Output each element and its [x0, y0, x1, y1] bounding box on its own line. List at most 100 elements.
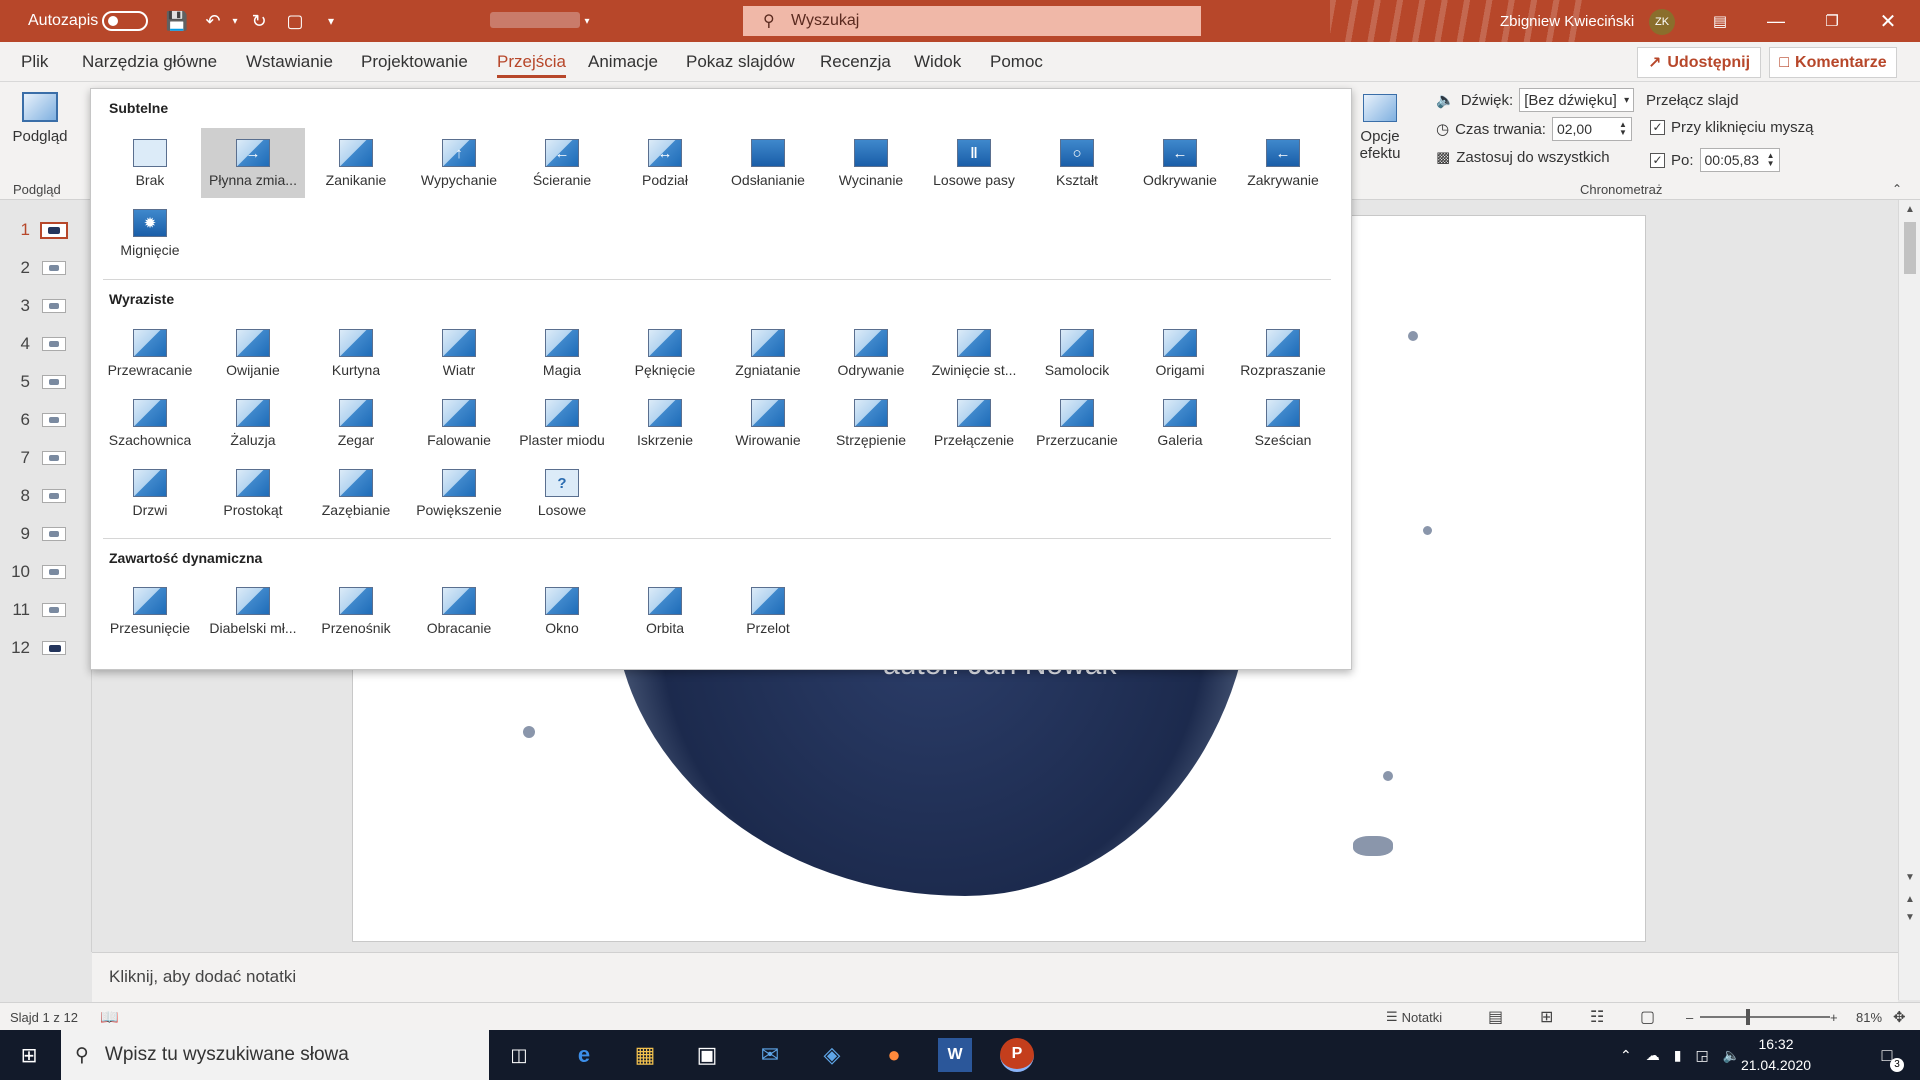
previous-slide-icon[interactable]: ▲ — [1899, 894, 1920, 905]
tab-file[interactable]: Plik — [21, 42, 48, 82]
transition-item[interactable]: Sześcian — [1231, 388, 1335, 458]
transition-item[interactable]: Przewracanie — [98, 318, 202, 388]
transition-item[interactable]: Przerzucanie — [1025, 388, 1129, 458]
notification-icon[interactable]: □ 3 — [1870, 1038, 1904, 1072]
task-view-icon[interactable]: ◫ — [502, 1038, 536, 1072]
reading-view-icon[interactable]: ☷ — [1590, 1003, 1604, 1031]
transition-item[interactable]: Wiatr — [407, 318, 511, 388]
transition-item[interactable]: Strzępienie — [819, 388, 923, 458]
slide-thumbnail[interactable]: 11 — [0, 598, 92, 624]
transition-item[interactable]: Plaster miodu — [510, 388, 614, 458]
tab-animations[interactable]: Animacje — [588, 42, 658, 82]
transition-item[interactable]: Samolocik — [1025, 318, 1129, 388]
slideshow-view-icon[interactable]: ▢ — [1640, 1003, 1655, 1031]
sound-select[interactable]: [Bez dźwięku] ▾ — [1519, 88, 1635, 112]
slide-thumbnail[interactable]: 6 — [0, 408, 92, 434]
minimize-icon[interactable]: — — [1748, 0, 1804, 42]
transition-item[interactable]: Owijanie — [201, 318, 305, 388]
transition-item[interactable]: Szachownica — [98, 388, 202, 458]
document-name-dropdown-icon[interactable]: ▾ — [574, 8, 600, 34]
slide-thumbnail[interactable]: 1 — [0, 218, 92, 244]
tab-home[interactable]: Narzędzia główne — [82, 42, 217, 82]
tab-help[interactable]: Pomoc — [990, 42, 1043, 82]
transition-item[interactable]: Przełączenie — [922, 388, 1026, 458]
slide-thumbnail[interactable]: 8 — [0, 484, 92, 510]
after-input[interactable]: 00:05,83 ▲ ▼ — [1699, 148, 1780, 172]
transition-item[interactable]: ○ Kształt — [1025, 128, 1129, 198]
transition-item[interactable]: Pęknięcie — [613, 318, 717, 388]
transition-item[interactable]: Zazębianie — [304, 458, 408, 528]
windows-start-icon[interactable]: ⊞ — [12, 1038, 46, 1072]
word-icon[interactable]: W — [938, 1038, 972, 1072]
transition-item[interactable]: Przesunięcie — [98, 576, 202, 646]
normal-view-icon[interactable]: ▤ — [1488, 1003, 1503, 1031]
transition-item[interactable]: ‖ Losowe pasy — [922, 128, 1026, 198]
tab-view[interactable]: Widok — [914, 42, 961, 82]
transition-item[interactable]: ↑ Wypychanie — [407, 128, 511, 198]
tab-slideshow[interactable]: Pokaz slajdów — [686, 42, 795, 82]
user-name[interactable]: Zbigniew Kwieciński — [1500, 0, 1634, 42]
slide-thumbnail[interactable]: 9 — [0, 522, 92, 548]
scroll-down-icon[interactable]: ▼ — [1899, 872, 1920, 883]
transition-item[interactable]: Kurtyna — [304, 318, 408, 388]
next-slide-icon[interactable]: ▼ — [1899, 912, 1920, 923]
wifi-icon[interactable]: ◲ — [1695, 1047, 1708, 1064]
transition-item[interactable]: Odrywanie — [819, 318, 923, 388]
zoom-in-icon[interactable]: + — [1830, 1003, 1838, 1031]
tab-insert[interactable]: Wstawianie — [246, 42, 333, 82]
effect-options-button[interactable]: Opcje efektu — [1355, 94, 1405, 162]
avatar[interactable]: ZK — [1649, 9, 1675, 35]
transition-item[interactable]: Prostokąt — [201, 458, 305, 528]
transition-item[interactable]: Wycinanie — [819, 128, 923, 198]
zoom-out-icon[interactable]: – — [1686, 1003, 1693, 1031]
transition-item[interactable]: ← Zakrywanie — [1231, 128, 1335, 198]
close-icon[interactable]: ✕ — [1860, 0, 1916, 42]
slide-thumbnail[interactable]: 7 — [0, 446, 92, 472]
transition-item[interactable]: Odsłanianie — [716, 128, 820, 198]
transition-item[interactable]: Origami — [1128, 318, 1232, 388]
redo-icon[interactable]: ↻ — [246, 8, 272, 34]
slide-thumbnail[interactable]: 10 — [0, 560, 92, 586]
autosave-toggle[interactable] — [102, 11, 148, 31]
slide-thumbnail[interactable]: 12 — [0, 636, 92, 662]
transition-item[interactable]: Żaluzja — [201, 388, 305, 458]
present-icon[interactable]: ▢ — [282, 8, 308, 34]
edge-icon[interactable]: e — [567, 1038, 601, 1072]
ribbon-display-options-icon[interactable]: ▤ — [1692, 0, 1748, 42]
transition-item[interactable]: Magia — [510, 318, 614, 388]
preview-button[interactable]: Podgląd — [10, 92, 70, 145]
duration-input[interactable]: 02,00 ▲ ▼ — [1551, 117, 1632, 141]
transition-item[interactable]: Wirowanie — [716, 388, 820, 458]
transition-item[interactable]: ← Ścieranie — [510, 128, 614, 198]
transition-item[interactable]: Powiększenie — [407, 458, 511, 528]
fit-to-window-icon[interactable]: ✥ — [1893, 1003, 1906, 1031]
notes-pane[interactable]: Kliknij, aby dodać notatki — [92, 952, 1898, 1002]
comments-button[interactable]: □ Komentarze — [1769, 47, 1897, 78]
cloud-icon[interactable]: ☁ — [1646, 1047, 1660, 1064]
transition-item[interactable]: Falowanie — [407, 388, 511, 458]
chevron-up-icon[interactable]: ⌃ — [1620, 1047, 1632, 1064]
transition-item[interactable]: Zegar — [304, 388, 408, 458]
customize-toolbar-icon[interactable]: ▾ — [318, 8, 344, 34]
notes-toggle-button[interactable]: ☰ Notatki — [1386, 1003, 1442, 1031]
transition-item[interactable]: ← Odkrywanie — [1128, 128, 1232, 198]
save-icon[interactable]: 💾 — [164, 8, 190, 34]
mail-icon[interactable]: ✉ — [753, 1038, 787, 1072]
tab-design[interactable]: Projektowanie — [361, 42, 468, 82]
transition-item[interactable]: → Płynna zmia... — [201, 128, 305, 198]
on-click-checkbox[interactable]: ✓ — [1650, 120, 1665, 135]
firefox-icon[interactable]: ● — [877, 1038, 911, 1072]
transition-item[interactable]: Zgniatanie — [716, 318, 820, 388]
zoom-slider[interactable] — [1700, 1003, 1830, 1031]
after-checkbox[interactable]: ✓ — [1650, 152, 1665, 168]
clock[interactable]: 16:32 21.04.2020 — [1733, 1034, 1819, 1076]
transition-item[interactable]: Rozpraszanie — [1231, 318, 1335, 388]
slide-sorter-icon[interactable]: ⊞ — [1540, 1003, 1553, 1031]
transition-item[interactable]: Iskrzenie — [613, 388, 717, 458]
safari-icon[interactable]: ◈ — [815, 1038, 849, 1072]
slide-thumbnail[interactable]: 5 — [0, 370, 92, 396]
transition-item[interactable]: Zanikanie — [304, 128, 408, 198]
search-box[interactable]: ⚲ Wyszukaj — [743, 6, 1201, 36]
transition-item[interactable]: Brak — [98, 128, 202, 198]
file-explorer-icon[interactable]: ▦ — [628, 1038, 662, 1072]
